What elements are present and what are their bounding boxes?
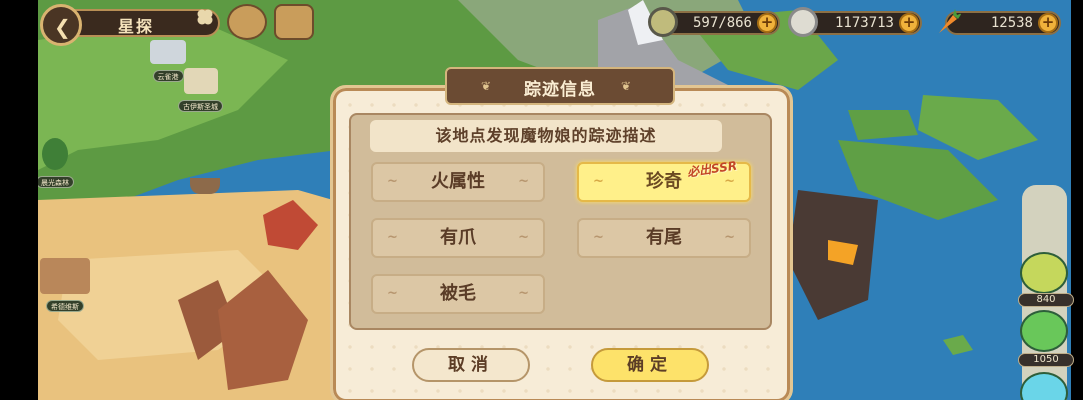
map-location[interactable]: 古伊斯圣城 xyxy=(178,68,223,113)
ornament-icon: ~ xyxy=(387,230,398,245)
dialog-header: ❦ 踪迹信息 ❦ xyxy=(445,67,675,105)
ship-icon xyxy=(190,178,220,194)
ornament-icon: ❦ xyxy=(621,79,632,93)
add-carrot-button[interactable]: + xyxy=(1038,13,1058,33)
monster-avatar[interactable] xyxy=(1020,310,1068,352)
cup-icon xyxy=(648,7,678,37)
carrot-counter: 12538 + xyxy=(939,9,1061,35)
map-location[interactable]: 希德维斯 xyxy=(40,258,90,313)
carrot-icon xyxy=(939,9,962,33)
coin-icon xyxy=(788,7,818,37)
map-location-label: 希德维斯 xyxy=(46,300,84,312)
ornament-icon: ~ xyxy=(593,230,604,245)
back-arrow-icon: ❮ xyxy=(54,15,71,39)
add-coin-button[interactable]: + xyxy=(899,13,919,33)
map-location-label: 晨光森林 xyxy=(36,176,74,188)
confirm-button[interactable]: 确定 xyxy=(591,348,709,382)
castle-icon xyxy=(150,40,186,64)
map-location[interactable]: 晨光森林 xyxy=(36,138,74,189)
clover-icon[interactable] xyxy=(195,7,215,27)
ornament-icon: ~ xyxy=(387,286,398,301)
carrot-value: 12538 xyxy=(990,15,1033,31)
trace-tag[interactable]: ~ 有尾 ~ xyxy=(577,218,751,258)
add-stamina-button[interactable]: + xyxy=(757,13,777,33)
trace-tag-label: 有爪 xyxy=(440,227,476,248)
right-letterbox xyxy=(1071,0,1083,400)
ornament-icon: ~ xyxy=(593,174,604,189)
ornament-icon: ~ xyxy=(518,174,529,189)
cancel-button[interactable]: 取消 xyxy=(412,348,530,382)
trace-tag[interactable]: ~ 火属性 ~ xyxy=(371,162,545,202)
monster-level: 1050 xyxy=(1018,353,1074,367)
trace-tag-label: 火属性 xyxy=(431,171,485,192)
left-letterbox xyxy=(0,0,38,400)
back-button[interactable]: ❮ xyxy=(40,4,82,46)
map-location-label: 古伊斯圣城 xyxy=(178,100,223,112)
ornament-icon: ~ xyxy=(724,230,735,245)
trace-tag[interactable]: ~ 被毛 ~ xyxy=(371,274,545,314)
coin-counter: 1173713 + xyxy=(788,7,922,37)
monster-level: 840 xyxy=(1018,293,1074,307)
book-icon[interactable] xyxy=(274,4,314,40)
trace-tag-label: 有尾 xyxy=(646,227,682,248)
town-icon xyxy=(40,258,90,294)
coin-value: 1173713 xyxy=(834,15,894,31)
trace-tag-label: 被毛 xyxy=(440,283,476,304)
ornament-icon: ~ xyxy=(518,286,529,301)
forest-icon xyxy=(42,138,68,170)
ornament-icon: ~ xyxy=(518,230,529,245)
dialog-subtitle: 该地点发现魔物娘的踪迹描述 xyxy=(370,120,722,152)
temple-icon xyxy=(183,68,218,94)
trace-tag-label: 珍奇 xyxy=(646,171,682,192)
monster-avatar[interactable] xyxy=(1020,252,1068,294)
trace-tag[interactable]: ~ 有爪 ~ xyxy=(371,218,545,258)
page-title: 星探 xyxy=(118,17,155,36)
dialog-title: 踪迹信息 xyxy=(524,80,596,100)
stamina-value: 597/866 xyxy=(692,15,752,31)
stamina-counter: 597/866 + xyxy=(648,7,780,37)
ornament-icon: ~ xyxy=(387,174,398,189)
compass-icon[interactable] xyxy=(227,4,267,40)
